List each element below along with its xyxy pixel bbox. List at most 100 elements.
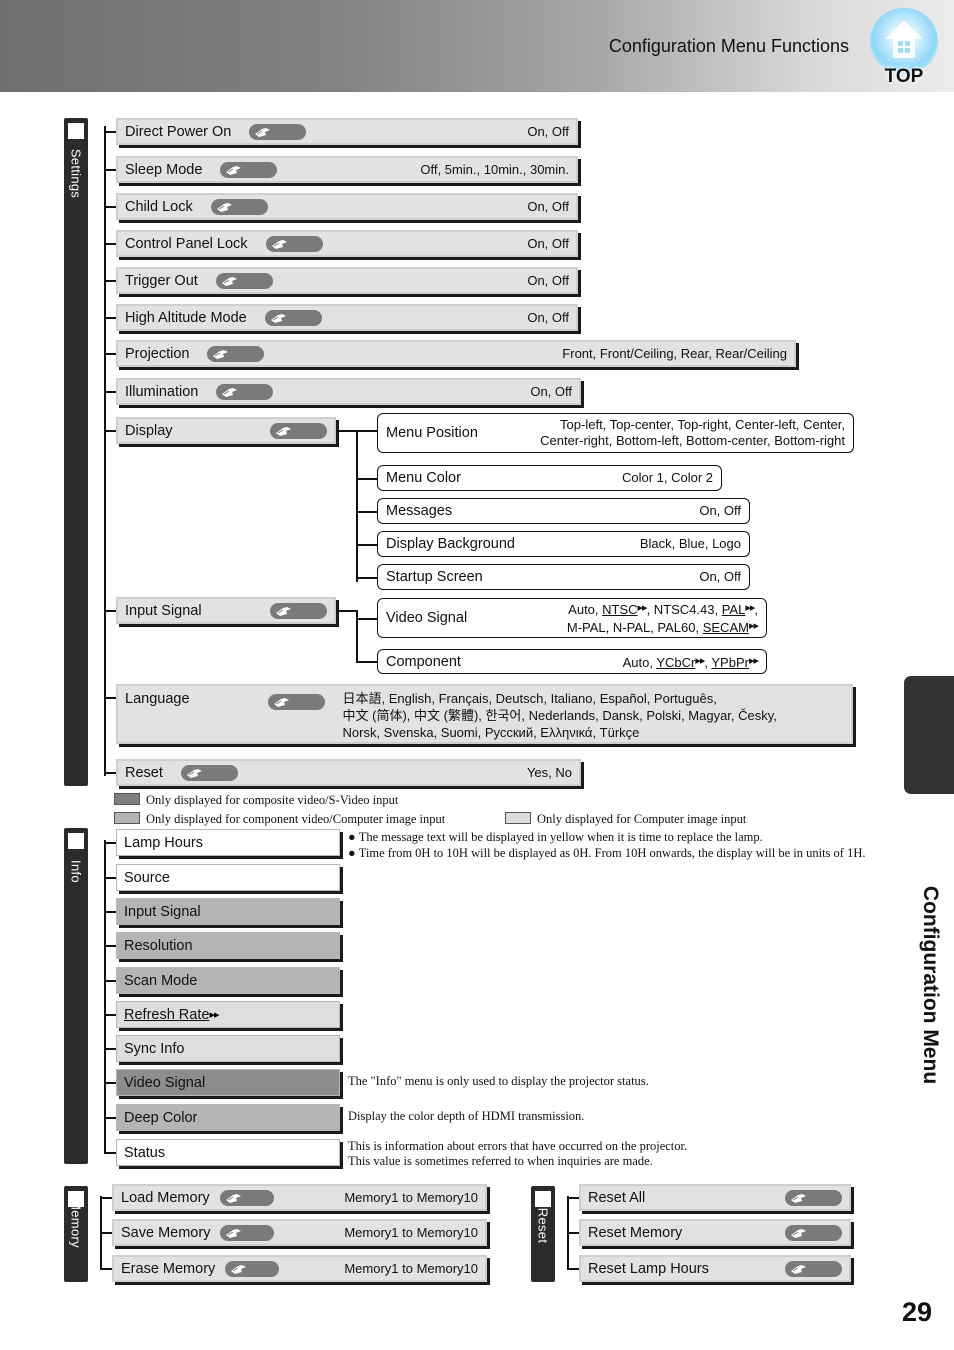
row-label: High Altitude Mode	[125, 309, 247, 326]
info-row-scan-mode[interactable]: Scan Mode	[116, 967, 340, 994]
submenu-component[interactable]: Component Auto, YCbCr▸▸, YPbPr▸▸	[377, 649, 767, 674]
status-description: This is information about errors that ha…	[348, 1139, 687, 1169]
display-branch	[356, 478, 378, 480]
menu-row-high-altitude-mode[interactable]: High Altitude Mode On, Off	[116, 304, 578, 331]
menu-row-projection[interactable]: Projection Front, Front/Ceiling, Rear, R…	[116, 340, 796, 367]
row-values: On, Off	[527, 199, 569, 214]
menu-row-direct-power-on[interactable]: Direct Power On On, Off	[116, 118, 578, 145]
glossary-marker-icon: ▸▸	[748, 654, 759, 667]
pointer-hand-icon	[785, 1224, 842, 1241]
language-values: 日本語, English, Français, Deutsch, Italian…	[343, 686, 784, 741]
page-header: Configuration Menu Functions TOP	[0, 0, 954, 92]
submenu-menu-color[interactable]: Menu Color Color 1, Color 2	[377, 465, 722, 491]
menu-row-erase-memory[interactable]: Erase Memory Memory1 to Memory10	[112, 1255, 487, 1282]
deep-color-description: Display the color depth of HDMI transmis…	[348, 1109, 585, 1123]
info-trunk	[104, 840, 106, 1152]
submenu-values: On, Off	[699, 569, 741, 584]
info-row-deep-color[interactable]: Deep Color	[116, 1104, 340, 1131]
group-rail-info: Info	[64, 828, 88, 1164]
row-label: Input Signal	[125, 602, 202, 619]
submenu-menu-position[interactable]: Menu Position Top-left, Top-center, Top-…	[377, 413, 854, 453]
top-button[interactable]: TOP	[866, 8, 942, 88]
pointer-hand-icon	[220, 1224, 275, 1241]
submenu-label: Component	[386, 653, 461, 670]
pointer-hand-icon	[270, 422, 327, 439]
submenu-video-signal[interactable]: Video Signal Auto, NTSC▸▸, NTSC4.43, PAL…	[377, 598, 767, 638]
pointer-hand-icon	[215, 272, 273, 289]
side-tab	[904, 676, 954, 794]
page-title: Configuration Menu Functions	[608, 36, 849, 56]
row-label: Illumination	[125, 383, 199, 400]
pointer-hand-icon	[270, 602, 327, 619]
display-connector	[336, 430, 358, 432]
component-ycbcr: YCbCr	[656, 654, 696, 670]
menu-row-reset[interactable]: Reset Yes, No	[116, 759, 581, 786]
home-icon	[885, 20, 923, 58]
menu-row-language[interactable]: Language 日本語, English, Français, Deutsch…	[116, 684, 853, 744]
group-label-memory: Memory	[68, 1199, 84, 1248]
menu-row-reset-all[interactable]: Reset All	[579, 1184, 851, 1211]
menu-row-sleep-mode[interactable]: Sleep Mode Off, 5min., 10min., 30min.	[116, 156, 578, 183]
row-label: Sleep Mode	[125, 161, 203, 178]
info-row-video-signal[interactable]: Video Signal	[116, 1069, 340, 1096]
info-row-status[interactable]: Status	[116, 1139, 340, 1166]
submenu-label: Display Background	[386, 536, 515, 552]
group-label-settings: Settings	[68, 148, 84, 199]
menu-row-reset-memory[interactable]: Reset Memory	[579, 1219, 851, 1246]
info-note-bullet-2-text: Time from 0H to 10H will be displayed as…	[358, 846, 866, 860]
info-row-source[interactable]: Source	[116, 864, 340, 891]
legend-swatch-computer-icon	[505, 812, 531, 824]
menu-row-child-lock[interactable]: Child Lock On, Off	[116, 193, 578, 220]
row-values: On, Off	[530, 384, 572, 399]
submenu-messages[interactable]: Messages On, Off	[377, 498, 750, 524]
submenu-display-background[interactable]: Display Background Black, Blue, Logo	[377, 531, 750, 557]
language-line-1: 日本語, English, Français, Deutsch, Italian…	[342, 691, 717, 706]
pointer-hand-icon	[219, 1189, 274, 1206]
status-description-line-1: This is information about errors that ha…	[348, 1139, 688, 1153]
row-label: Reset All	[588, 1189, 646, 1206]
video-signal-pal: PAL	[721, 602, 746, 617]
group-label-info: Info	[68, 860, 84, 883]
video-signal-l1e: ,	[754, 602, 758, 617]
status-description-line-2: This value is sometimes referred to when…	[348, 1154, 653, 1168]
menu-row-illumination[interactable]: Illumination On, Off	[116, 378, 581, 405]
display-branch	[356, 544, 378, 546]
row-label: Load Memory	[121, 1189, 210, 1206]
info-row-label: Source	[124, 869, 170, 886]
pointer-hand-icon	[210, 198, 268, 215]
menu-row-save-memory[interactable]: Save Memory Memory1 to Memory10	[112, 1219, 487, 1246]
menu-row-control-panel-lock[interactable]: Control Panel Lock On, Off	[116, 230, 578, 257]
info-row-sync-info[interactable]: Sync Info	[116, 1035, 340, 1062]
info-row-input-signal[interactable]: Input Signal	[116, 898, 340, 925]
page-number: 29	[901, 1297, 932, 1327]
menu-row-reset-lamp-hours[interactable]: Reset Lamp Hours	[579, 1255, 851, 1282]
row-label: Display	[125, 422, 173, 439]
pointer-hand-icon	[785, 1260, 842, 1277]
submenu-values: Auto, NTSC▸▸, NTSC4.43, PAL▸▸, M-PAL, N-…	[567, 600, 766, 636]
info-row-label: Lamp Hours	[124, 834, 203, 851]
menu-row-input-signal[interactable]: Input Signal	[116, 597, 336, 624]
submenu-label: Startup Screen	[386, 569, 483, 585]
row-values: Front, Front/Ceiling, Rear, Rear/Ceiling	[562, 346, 787, 361]
row-label: Direct Power On	[125, 123, 232, 140]
menu-row-display[interactable]: Display	[116, 417, 336, 444]
row-label: Reset Lamp Hours	[588, 1260, 709, 1277]
submenu-values: On, Off	[699, 503, 741, 518]
info-row-label: Video Signal	[124, 1074, 206, 1091]
pointer-hand-icon	[207, 345, 265, 362]
video-signal-l2a: M-PAL, N-PAL, PAL60,	[566, 620, 703, 635]
info-row-label: Status	[124, 1144, 166, 1161]
row-label: Save Memory	[121, 1224, 211, 1241]
input-branch	[356, 618, 378, 620]
row-values: Memory1 to Memory10	[344, 1261, 478, 1276]
menu-row-trigger-out[interactable]: Trigger Out On, Off	[116, 267, 578, 294]
pointer-hand-icon	[180, 764, 238, 781]
row-values: On, Off	[527, 124, 569, 139]
info-row-lamp-hours[interactable]: Lamp Hours	[116, 829, 340, 856]
menu-row-load-memory[interactable]: Load Memory Memory1 to Memory10	[112, 1184, 487, 1211]
display-trunk	[356, 430, 358, 582]
info-row-resolution[interactable]: Resolution	[116, 932, 340, 959]
pointer-hand-icon	[265, 235, 323, 252]
info-row-refresh-rate[interactable]: Refresh Rate ▸▸	[116, 1001, 340, 1028]
submenu-startup-screen[interactable]: Startup Screen On, Off	[377, 564, 750, 590]
